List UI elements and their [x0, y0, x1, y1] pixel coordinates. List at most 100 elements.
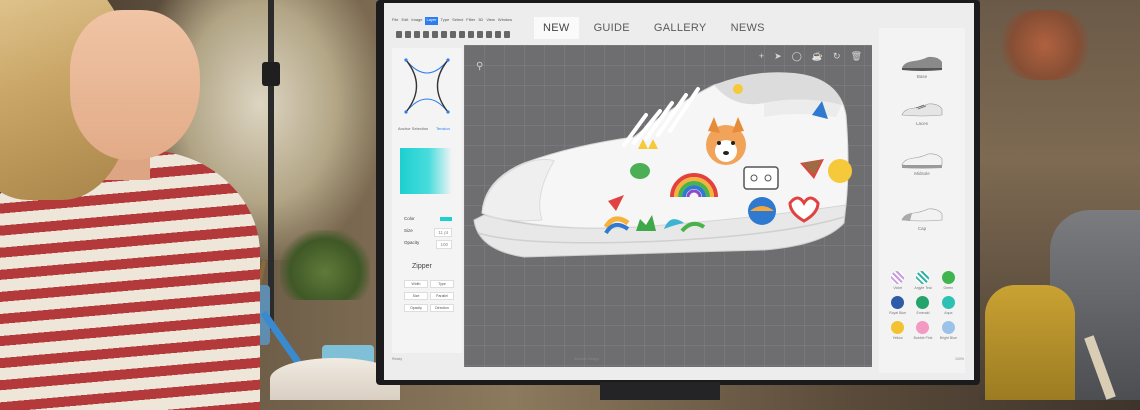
- menu-bar: File Edit Image Layer Type Select Filter 3D View…: [392, 17, 522, 25]
- shoe-thumbnail-icon: [901, 208, 943, 222]
- menu-item[interactable]: Window: [498, 17, 512, 25]
- prop-label: Opacity: [404, 240, 420, 245]
- tool-icon[interactable]: [405, 31, 411, 38]
- tool-icon[interactable]: [486, 31, 492, 38]
- zipper-option-button[interactable]: Width: [404, 280, 428, 288]
- style-option-base[interactable]: Base: [891, 56, 953, 79]
- menu-item[interactable]: Edit: [401, 17, 408, 25]
- opacity-field[interactable]: 100: [436, 240, 452, 249]
- size-field[interactable]: 11 pt: [434, 228, 452, 237]
- color-dot: [941, 271, 955, 284]
- shoe-thumbnail-icon: [902, 56, 942, 71]
- styles-panel: Base Laces Midsole Cap Violet Argyle Tea…: [879, 28, 965, 373]
- gradient-swatch[interactable]: [400, 148, 452, 194]
- menu-item[interactable]: Layer: [425, 17, 438, 25]
- color-swatch[interactable]: Yellow: [885, 321, 910, 340]
- color-swatch[interactable]: Royal Blue: [885, 296, 910, 315]
- color-name: Violet: [893, 286, 903, 290]
- tab-new[interactable]: NEW: [534, 17, 579, 39]
- tool-icon[interactable]: [432, 31, 438, 38]
- color-swatch[interactable]: Bright Blue: [936, 321, 961, 340]
- zipper-option-button[interactable]: Opacity: [404, 304, 428, 312]
- sneaker-3d-model[interactable]: [464, 45, 872, 367]
- menu-item[interactable]: 3D: [478, 17, 483, 25]
- bezier-curve-preview[interactable]: [404, 56, 450, 116]
- lamp-clamp: [262, 62, 280, 86]
- menu-item[interactable]: File: [392, 17, 398, 25]
- menu-item[interactable]: Image: [411, 17, 422, 25]
- style-option-midsole[interactable]: Midsole: [891, 153, 953, 176]
- tool-icon[interactable]: [423, 31, 429, 38]
- prop-size: Size 11 pt: [404, 228, 452, 237]
- color-dot: [941, 321, 955, 334]
- toolbar: [396, 31, 510, 38]
- zipper-option-button[interactable]: Type: [430, 280, 454, 288]
- sun-sticker: [828, 159, 852, 183]
- style-option-cap[interactable]: Cap: [891, 208, 953, 231]
- color-swatch[interactable]: Violet: [885, 271, 910, 290]
- menu-item[interactable]: View: [486, 17, 495, 25]
- face: [70, 10, 200, 160]
- lamp-stand: [268, 0, 274, 330]
- color-name: Bubble Pink: [913, 336, 933, 340]
- tool-icon[interactable]: [450, 31, 456, 38]
- color-dot: [891, 271, 905, 284]
- color-name: Green: [943, 286, 954, 290]
- curve-caption: Anchor Selection: [398, 126, 429, 131]
- prop-opacity: Opacity 100: [404, 240, 452, 249]
- style-label: Base: [916, 74, 928, 79]
- design-app-window: File Edit Image Layer Type Select Filter 3D View…: [384, 3, 974, 380]
- tool-icon[interactable]: [441, 31, 447, 38]
- style-option-laces[interactable]: Laces: [891, 103, 953, 126]
- style-label: Midsole: [914, 171, 930, 176]
- color-name: Yellow: [892, 336, 903, 340]
- menu-item[interactable]: Select: [452, 17, 463, 25]
- menu-item[interactable]: Type: [441, 17, 450, 25]
- zipper-option-button[interactable]: Parallel: [430, 292, 454, 300]
- plant: [280, 230, 370, 300]
- cassette-sticker: [743, 166, 779, 190]
- menu-item[interactable]: Filter: [466, 17, 475, 25]
- section-title-zipper: Zipper: [412, 263, 432, 270]
- status-bar: Ready Sneaker Design 100%: [384, 355, 974, 365]
- prop-color: Color: [404, 216, 452, 221]
- yellow-chair: [985, 285, 1075, 400]
- tab-news[interactable]: NEWS: [722, 17, 774, 39]
- zipper-option-button[interactable]: Direction: [430, 304, 454, 312]
- properties-panel: Anchor Selection Tension Color Size 11 p…: [392, 48, 462, 353]
- shoe-thumbnail-icon: [901, 153, 943, 169]
- zoom-level: 100%: [955, 357, 964, 361]
- tool-icon[interactable]: [504, 31, 510, 38]
- style-label: Laces: [915, 121, 928, 126]
- tab-gallery[interactable]: GALLERY: [645, 17, 716, 39]
- tool-icon[interactable]: [477, 31, 483, 38]
- color-swatch[interactable]: Aqua: [936, 296, 961, 315]
- design-canvas[interactable]: ⚲ + ➤ ◯ ☕ ↻ 🗑: [464, 45, 872, 367]
- curve-caption-link[interactable]: Tension: [436, 126, 450, 131]
- color-name: Royal Blue: [889, 311, 907, 315]
- leaf-sticker: [630, 163, 650, 179]
- color-swatch[interactable]: Emerald: [910, 296, 935, 315]
- status-left: Ready: [392, 357, 403, 361]
- color-chip[interactable]: [440, 217, 452, 221]
- tab-guide[interactable]: GUIDE: [585, 17, 639, 39]
- color-dot: [916, 271, 930, 284]
- tool-icon[interactable]: [396, 31, 402, 38]
- tool-icon[interactable]: [414, 31, 420, 38]
- tool-icon[interactable]: [459, 31, 465, 38]
- shoe-thumbnail-icon: [901, 103, 943, 117]
- tool-icon[interactable]: [468, 31, 474, 38]
- tool-icon[interactable]: [495, 31, 501, 38]
- style-label: Cap: [917, 226, 927, 231]
- color-swatch[interactable]: Bubble Pink: [910, 321, 935, 340]
- zipper-option-button[interactable]: Size: [404, 292, 428, 300]
- color-dot: [941, 296, 955, 309]
- wall-poster: [1000, 10, 1090, 80]
- color-swatch[interactable]: Green: [936, 271, 961, 290]
- status-middle: Sneaker Design: [574, 357, 599, 361]
- prop-label: Color: [404, 216, 415, 221]
- color-name: Argyle Teal: [914, 286, 932, 290]
- prop-label: Size: [404, 228, 413, 233]
- color-swatch[interactable]: Argyle Teal: [910, 271, 935, 290]
- color-dot: [916, 321, 930, 334]
